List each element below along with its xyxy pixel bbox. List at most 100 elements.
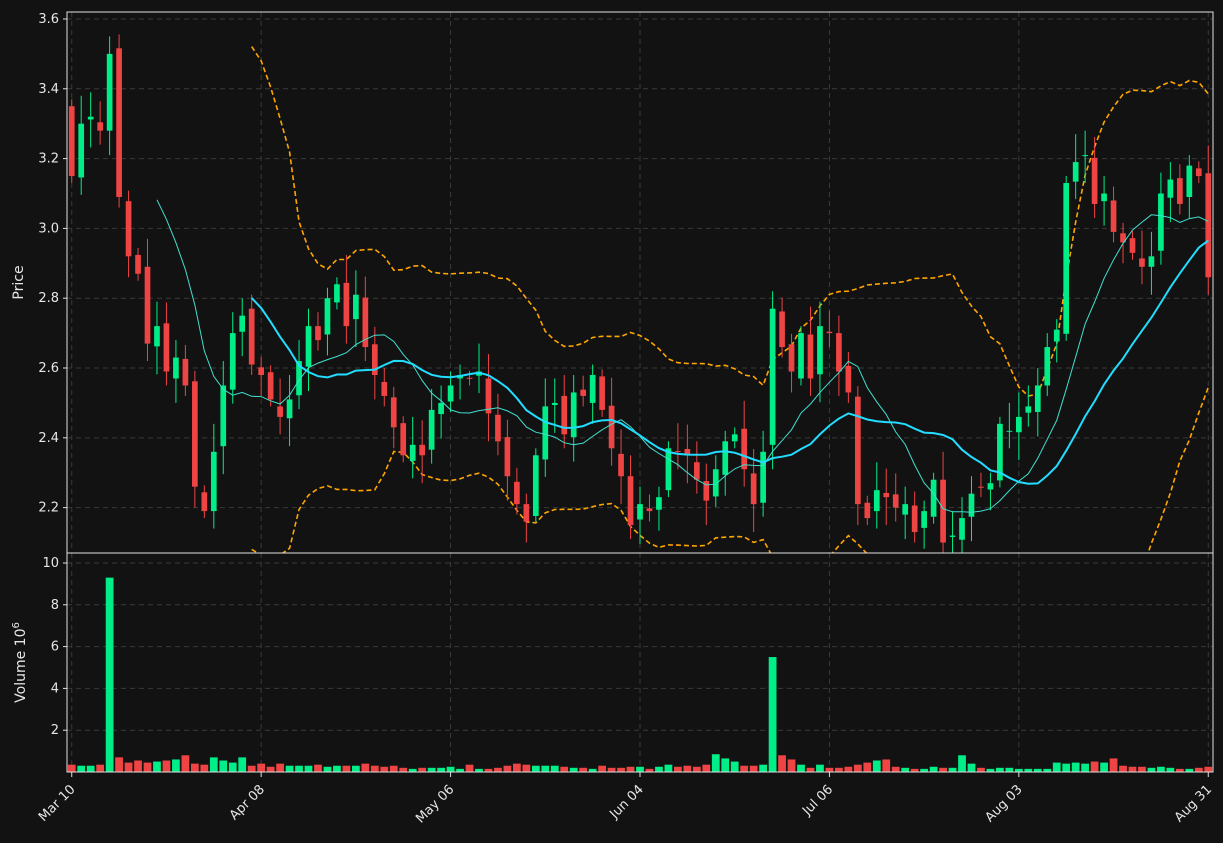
candle-body: [968, 493, 975, 517]
volume-axis-title: Volume 106: [11, 622, 29, 703]
volume-bar: [835, 767, 843, 772]
candle-body: [930, 479, 937, 517]
candle-body: [1110, 200, 1117, 232]
candle-body: [324, 298, 331, 335]
volume-bar: [153, 761, 161, 772]
volume-bar: [1128, 766, 1137, 772]
candle-body: [409, 444, 416, 461]
volume-bar: [617, 767, 625, 772]
volume-bar: [863, 762, 872, 772]
volume-bar: [1204, 766, 1213, 772]
candle-body: [1025, 406, 1032, 413]
candle-body: [798, 333, 804, 379]
volume-bar: [503, 765, 512, 772]
candle-body: [466, 377, 473, 379]
candle-body: [428, 409, 435, 450]
volume-bar: [219, 760, 228, 772]
volume-bar: [882, 759, 891, 772]
volume-bar: [380, 766, 389, 772]
candle-body: [1034, 385, 1041, 412]
candle-body: [173, 357, 179, 379]
volume-bar: [692, 766, 701, 772]
candle-body: [1063, 183, 1070, 334]
candle-body: [1148, 256, 1155, 267]
volume-tick-label: 8: [51, 598, 59, 613]
volume-bar: [1052, 762, 1061, 772]
candle-body: [959, 518, 965, 540]
candle-body: [305, 326, 312, 367]
volume-bar: [370, 765, 379, 772]
price-tick-label: 2.6: [38, 361, 59, 376]
volume-bar: [636, 766, 644, 772]
volume-bar: [228, 762, 237, 772]
candle-body: [438, 402, 444, 415]
candle-body: [1006, 430, 1013, 432]
volume-bar: [342, 765, 351, 772]
candle-body: [267, 372, 274, 400]
candle-body: [722, 441, 729, 475]
volume-bar: [1100, 762, 1108, 772]
volume-bar: [825, 767, 834, 772]
volume-bar: [768, 657, 777, 772]
candle-body: [1195, 168, 1202, 177]
candle-body: [750, 473, 757, 505]
candle-body: [135, 254, 141, 274]
candle-body: [106, 53, 113, 131]
candle-body: [258, 367, 264, 375]
volume-bar: [778, 755, 786, 772]
volume-bar: [190, 763, 199, 772]
candle-body: [1091, 157, 1098, 204]
volume-bar: [759, 764, 768, 772]
volume-bar: [247, 765, 256, 772]
volume-bar: [494, 767, 502, 772]
volume-bar: [1138, 766, 1146, 772]
candle-body: [949, 535, 956, 537]
candle-body: [1158, 193, 1164, 251]
volume-tick-label: 2: [51, 723, 59, 738]
volume-bar: [901, 767, 910, 772]
candle-body: [97, 122, 103, 131]
volume-bar: [939, 767, 947, 772]
candle-body: [1167, 179, 1174, 198]
candle-body: [334, 284, 340, 303]
volume-bar: [664, 764, 673, 772]
price-tick-label: 2.4: [38, 431, 59, 446]
candle-body: [248, 308, 255, 365]
candle-body: [1177, 178, 1183, 204]
volume-bar: [134, 760, 142, 772]
candle-body: [637, 504, 643, 520]
candle-body: [343, 282, 350, 327]
candle-body: [353, 294, 359, 320]
candle-body: [163, 323, 170, 372]
volume-bar: [1109, 758, 1118, 772]
candle-body: [987, 483, 994, 490]
candle-body: [618, 453, 624, 477]
candle-body: [419, 444, 426, 456]
candle-body: [485, 378, 492, 414]
candle-body: [807, 334, 814, 379]
volume-bar: [560, 766, 569, 772]
volume-bar: [446, 766, 455, 772]
volume-bar: [1147, 767, 1156, 772]
candle-body: [210, 451, 217, 512]
volume-bar: [853, 764, 862, 772]
volume-bar: [96, 764, 105, 772]
volume-bar: [1090, 761, 1099, 772]
volume-bar: [200, 764, 209, 772]
candle-body: [599, 376, 605, 410]
candle-body: [769, 308, 776, 445]
candle-body: [892, 494, 899, 508]
volume-bar: [181, 755, 190, 772]
candle-body: [447, 385, 454, 402]
candle-body: [731, 434, 738, 442]
price-tick-label: 3.0: [38, 221, 59, 236]
volume-bar: [702, 764, 711, 772]
candle-body: [580, 389, 587, 396]
candle-body: [788, 344, 795, 372]
candle-body: [201, 492, 208, 512]
volume-bar: [522, 764, 531, 772]
volume-bar: [550, 765, 559, 772]
candle-body: [589, 374, 596, 403]
candle-body: [883, 492, 890, 498]
price-tick-label: 3.2: [38, 152, 59, 167]
